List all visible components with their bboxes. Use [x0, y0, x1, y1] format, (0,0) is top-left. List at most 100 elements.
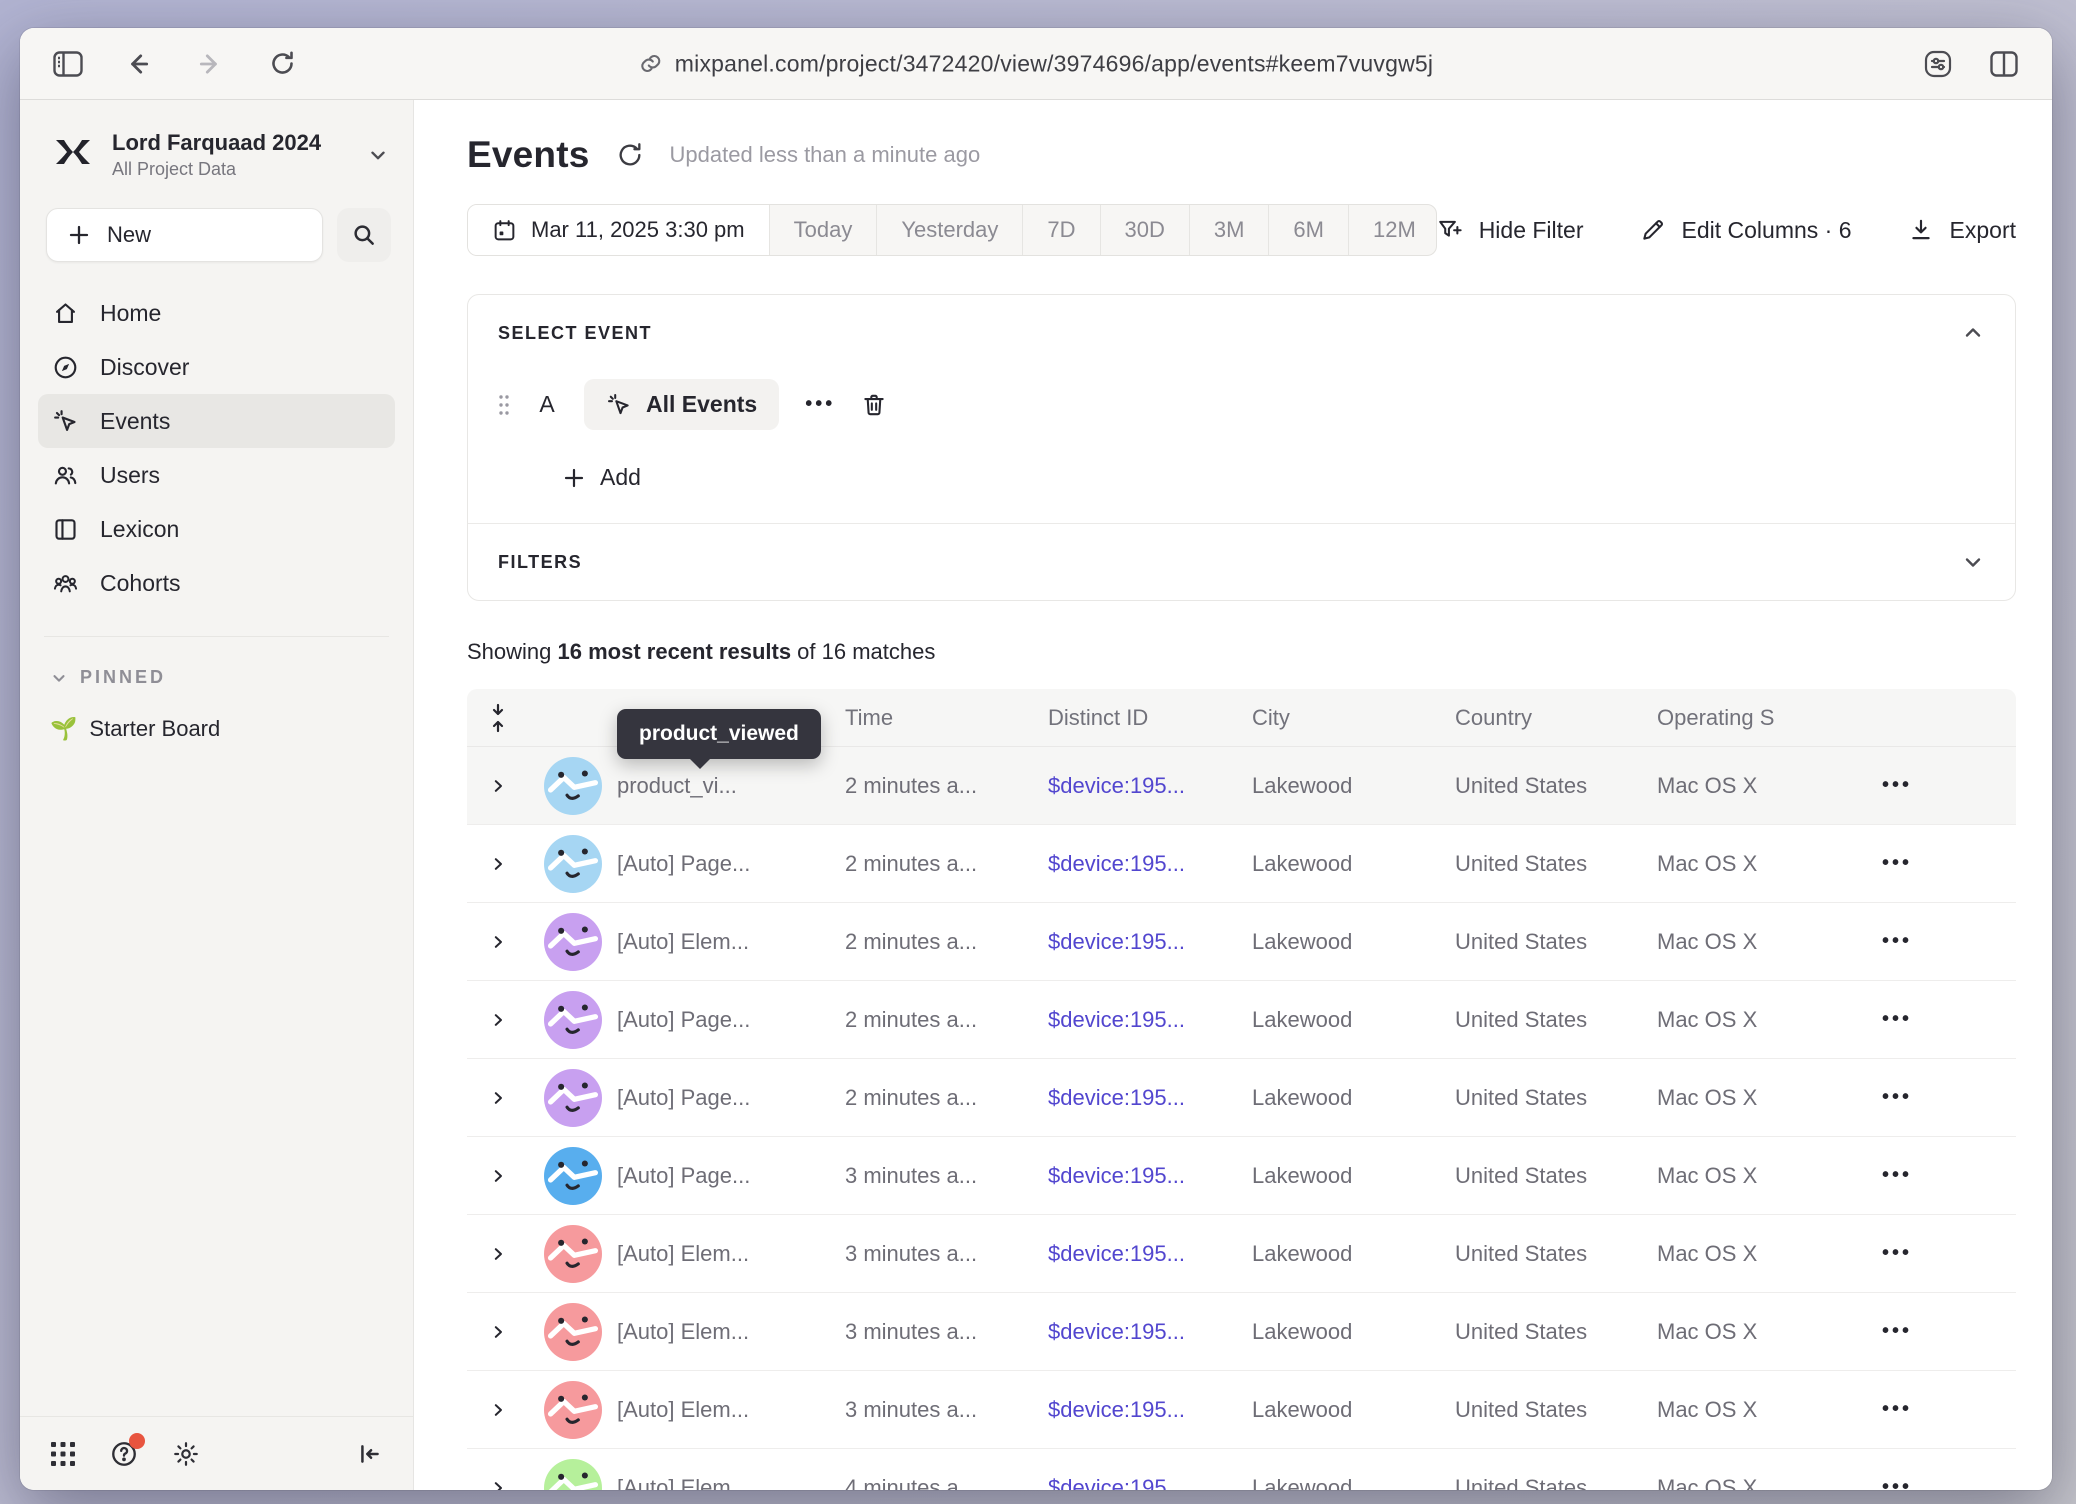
- distinct-id-cell[interactable]: $device:195...: [1048, 773, 1252, 799]
- expand-row-icon[interactable]: [489, 777, 507, 795]
- event-name-cell[interactable]: [Auto] Elem...: [617, 1475, 845, 1491]
- row-menu-icon[interactable]: •••: [1860, 1242, 2016, 1265]
- expand-row-icon[interactable]: [489, 1167, 507, 1185]
- back-icon[interactable]: [116, 42, 160, 86]
- distinct-id-cell[interactable]: $device:195...: [1048, 1397, 1252, 1423]
- url-text: mixpanel.com/project/3472420/view/397469…: [675, 50, 1433, 77]
- pinned-section-header[interactable]: PINNED: [20, 637, 413, 688]
- distinct-id-cell[interactable]: $device:195...: [1048, 1241, 1252, 1267]
- hide-filter-label: Hide Filter: [1479, 217, 1584, 244]
- range-segment-30d[interactable]: 30D: [1101, 205, 1190, 255]
- page-settings-icon[interactable]: [1916, 42, 1960, 86]
- date-range-value: Mar 11, 2025 3:30 pm: [531, 217, 745, 243]
- expand-row-icon[interactable]: [489, 1479, 507, 1491]
- range-segment-3m[interactable]: 3M: [1190, 205, 1270, 255]
- distinct-id-cell[interactable]: $device:195...: [1048, 1085, 1252, 1111]
- range-segment-12m[interactable]: 12M: [1349, 205, 1437, 255]
- row-menu-icon[interactable]: •••: [1860, 1476, 2016, 1490]
- chevron-up-icon[interactable]: [1961, 321, 1985, 345]
- settings-gear-icon[interactable]: [172, 1440, 200, 1468]
- split-view-icon[interactable]: [1982, 42, 2026, 86]
- refresh-icon[interactable]: [616, 141, 644, 169]
- row-menu-icon[interactable]: •••: [1860, 930, 2016, 953]
- event-options-icon[interactable]: •••: [805, 393, 835, 416]
- distinct-id-cell[interactable]: $device:195...: [1048, 1007, 1252, 1033]
- help-icon[interactable]: [110, 1440, 138, 1468]
- event-name-cell[interactable]: [Auto] Page...: [617, 1007, 845, 1033]
- expand-row-icon[interactable]: [489, 1323, 507, 1341]
- edit-columns-label: Edit Columns · 6: [1682, 217, 1852, 244]
- collapse-sidebar-icon[interactable]: [357, 1441, 383, 1467]
- expand-row-icon[interactable]: [489, 1401, 507, 1419]
- row-menu-icon[interactable]: •••: [1860, 1008, 2016, 1031]
- sidebar-item-starter-board[interactable]: 🌱 Starter Board: [20, 688, 413, 742]
- event-avatar: [544, 1147, 602, 1205]
- range-segment-7d[interactable]: 7D: [1023, 205, 1100, 255]
- event-name-cell[interactable]: [Auto] Page...: [617, 1163, 845, 1189]
- collapse-all-icon[interactable]: [487, 703, 509, 733]
- drag-handle[interactable]: [498, 393, 510, 417]
- new-button-label: New: [107, 222, 151, 248]
- sidebar-item-discover[interactable]: Discover: [38, 340, 395, 394]
- event-avatar: [544, 757, 602, 815]
- event-name-cell[interactable]: [Auto] Elem...: [617, 1241, 845, 1267]
- event-name-cell[interactable]: [Auto] Page...: [617, 1085, 845, 1111]
- sidebar-toggle-icon[interactable]: [46, 42, 90, 86]
- expand-row-icon[interactable]: [489, 1089, 507, 1107]
- expand-row-icon[interactable]: [489, 933, 507, 951]
- project-subtitle: All Project Data: [112, 159, 351, 180]
- sidebar-item-cohorts[interactable]: Cohorts: [38, 556, 395, 610]
- project-switcher[interactable]: Lord Farquaad 2024 All Project Data: [20, 100, 413, 190]
- range-segment-today[interactable]: Today: [770, 205, 878, 255]
- range-segment-6m[interactable]: 6M: [1269, 205, 1349, 255]
- event-name-cell[interactable]: [Auto] Elem...: [617, 929, 845, 955]
- distinct-id-cell[interactable]: $device:195...: [1048, 1475, 1252, 1491]
- filter-plus-icon: [1437, 217, 1463, 243]
- time-cell: 2 minutes a...: [845, 851, 1048, 877]
- expand-row-icon[interactable]: [489, 1011, 507, 1029]
- trash-icon[interactable]: [861, 392, 887, 418]
- row-menu-icon[interactable]: •••: [1860, 852, 2016, 875]
- row-menu-icon[interactable]: •••: [1860, 1320, 2016, 1343]
- sidebar-item-users[interactable]: Users: [38, 448, 395, 502]
- sidebar-item-lexicon[interactable]: Lexicon: [38, 502, 395, 556]
- apps-grid-icon[interactable]: [50, 1441, 76, 1467]
- event-name-cell[interactable]: [Auto] Elem...: [617, 1319, 845, 1345]
- row-menu-icon[interactable]: •••: [1860, 774, 2016, 797]
- os-cell: Mac OS X: [1657, 1475, 1860, 1491]
- edit-columns-button[interactable]: Edit Columns · 6: [1640, 217, 1852, 244]
- row-menu-icon[interactable]: •••: [1860, 1086, 2016, 1109]
- distinct-id-cell[interactable]: $device:195...: [1048, 851, 1252, 877]
- range-segment-yesterday[interactable]: Yesterday: [877, 205, 1023, 255]
- forward-icon[interactable]: [188, 42, 232, 86]
- distinct-id-cell[interactable]: $device:195...: [1048, 929, 1252, 955]
- add-event-button[interactable]: Add: [562, 464, 1985, 491]
- event-name-cell[interactable]: [Auto] Elem...: [617, 1397, 845, 1423]
- hide-filter-button[interactable]: Hide Filter: [1437, 217, 1584, 244]
- event-avatar: [544, 1459, 602, 1491]
- distinct-id-cell[interactable]: $device:195...: [1048, 1319, 1252, 1345]
- os-cell: Mac OS X: [1657, 1007, 1860, 1033]
- address-bar[interactable]: mixpanel.com/project/3472420/view/397469…: [639, 50, 1433, 77]
- export-button[interactable]: Export: [1908, 217, 2016, 244]
- event-name-cell[interactable]: product_vi...: [617, 773, 845, 799]
- distinct-id-cell[interactable]: $device:195...: [1048, 1163, 1252, 1189]
- date-picker-segment[interactable]: Mar 11, 2025 3:30 pm: [468, 205, 770, 255]
- row-menu-icon[interactable]: •••: [1860, 1164, 2016, 1187]
- row-menu-icon[interactable]: •••: [1860, 1398, 2016, 1421]
- sidebar-item-home[interactable]: Home: [38, 286, 395, 340]
- event-avatar: [544, 991, 602, 1049]
- event-name-cell[interactable]: [Auto] Page...: [617, 851, 845, 877]
- browser-toolbar: mixpanel.com/project/3472420/view/397469…: [20, 28, 2052, 100]
- reload-icon[interactable]: [260, 42, 304, 86]
- new-button[interactable]: New: [46, 208, 323, 262]
- range-label: 3M: [1214, 217, 1245, 243]
- city-cell: Lakewood: [1252, 773, 1455, 799]
- table-row: [Auto] Elem...3 minutes a...$device:195.…: [467, 1371, 2016, 1449]
- search-button[interactable]: [337, 208, 391, 262]
- expand-row-icon[interactable]: [489, 855, 507, 873]
- chevron-down-icon[interactable]: [1961, 550, 1985, 574]
- event-selector-chip[interactable]: All Events: [584, 379, 779, 430]
- sidebar-item-events[interactable]: Events: [38, 394, 395, 448]
- expand-row-icon[interactable]: [489, 1245, 507, 1263]
